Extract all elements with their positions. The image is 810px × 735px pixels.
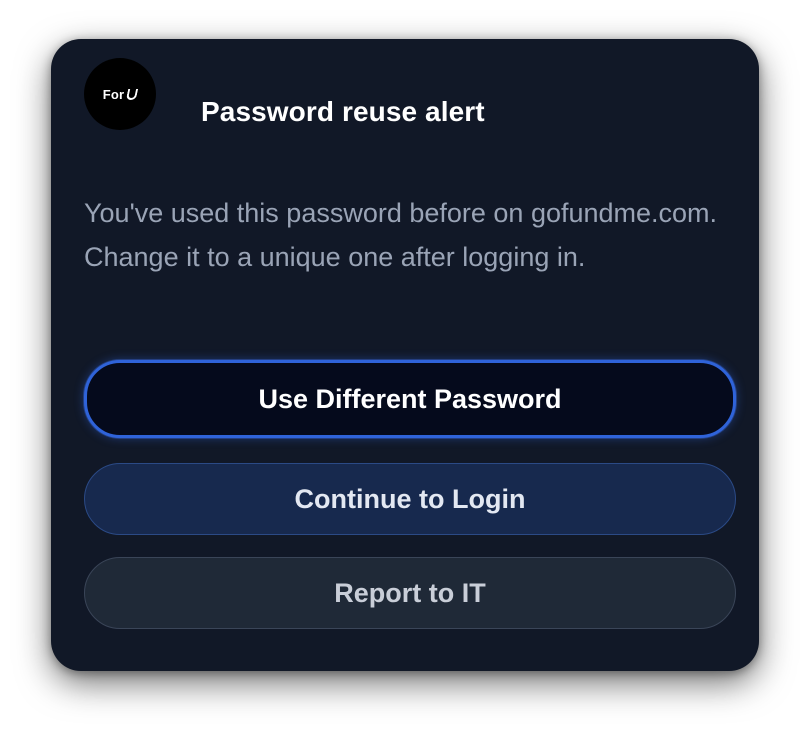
continue-to-login-button[interactable]: Continue to Login	[84, 463, 736, 535]
report-to-it-button[interactable]: Report to IT	[84, 557, 736, 629]
password-reuse-alert-dialog: For Password reuse alert You've used thi…	[51, 39, 759, 671]
stage: For Password reuse alert You've used thi…	[0, 0, 810, 735]
use-different-password-button[interactable]: Use Different Password	[84, 360, 736, 438]
dialog-title: Password reuse alert	[201, 96, 485, 127]
logo-mark-icon	[126, 88, 139, 100]
dialog-message: You've used this password before on gofu…	[84, 198, 718, 272]
logo-text: For	[102, 86, 125, 102]
app-logo: For	[84, 58, 156, 130]
